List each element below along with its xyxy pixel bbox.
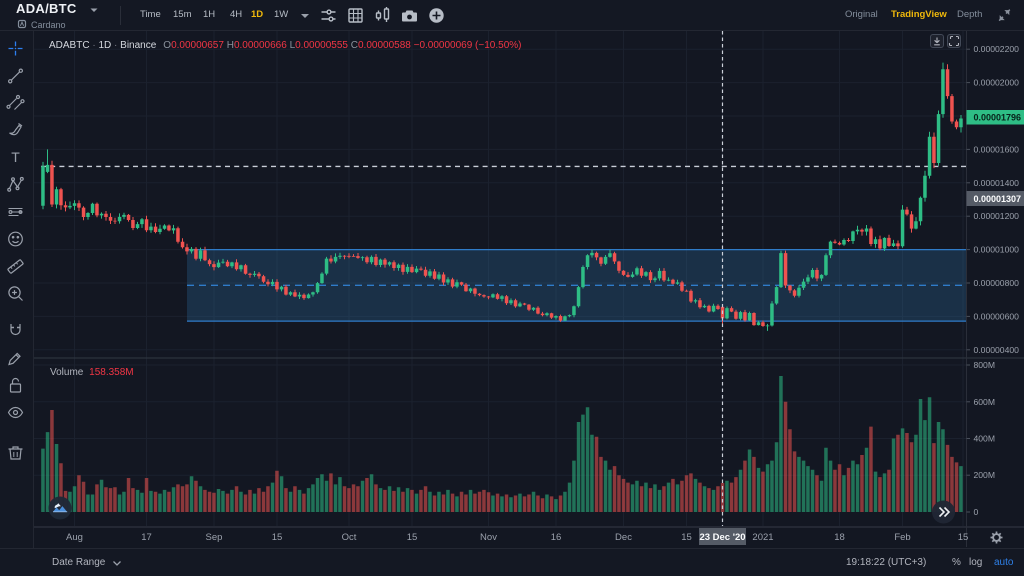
svg-text:0.00000800: 0.00000800 (974, 278, 1020, 288)
svg-text:0.00002000: 0.00002000 (974, 78, 1020, 88)
svg-text:0.00001000: 0.00001000 (974, 245, 1020, 255)
svg-text:15: 15 (272, 532, 283, 543)
svg-text:2021: 2021 (752, 532, 773, 543)
svg-text:600M: 600M (974, 397, 996, 407)
svg-text:0.00001400: 0.00001400 (974, 178, 1020, 188)
svg-text:Dec: Dec (615, 532, 632, 543)
svg-text:0.00000400: 0.00000400 (974, 345, 1020, 355)
svg-text:Nov: Nov (480, 532, 497, 543)
svg-text:23 Dec '20: 23 Dec '20 (699, 532, 745, 543)
svg-text:0.00002200: 0.00002200 (974, 44, 1020, 54)
svg-text:15: 15 (681, 532, 692, 543)
svg-text:0: 0 (974, 507, 979, 517)
svg-text:15: 15 (958, 532, 969, 543)
svg-text:0.00001600: 0.00001600 (974, 144, 1020, 154)
svg-text:0.00000600: 0.00000600 (974, 311, 1020, 321)
svg-text:17: 17 (141, 532, 152, 543)
svg-text:Feb: Feb (894, 532, 910, 543)
svg-text:200M: 200M (974, 470, 996, 480)
svg-text:18: 18 (834, 532, 845, 543)
svg-text:0.00001200: 0.00001200 (974, 211, 1020, 221)
svg-text:0.00001796: 0.00001796 (974, 113, 1022, 123)
svg-text:0.00001307: 0.00001307 (974, 194, 1022, 204)
svg-text:16: 16 (551, 532, 562, 543)
svg-text:Sep: Sep (206, 532, 223, 543)
svg-text:Aug: Aug (66, 532, 83, 543)
svg-text:15: 15 (407, 532, 418, 543)
svg-text:Oct: Oct (342, 532, 357, 543)
svg-text:400M: 400M (974, 434, 996, 444)
svg-text:T: T (11, 149, 20, 165)
svg-text:800M: 800M (974, 360, 996, 370)
